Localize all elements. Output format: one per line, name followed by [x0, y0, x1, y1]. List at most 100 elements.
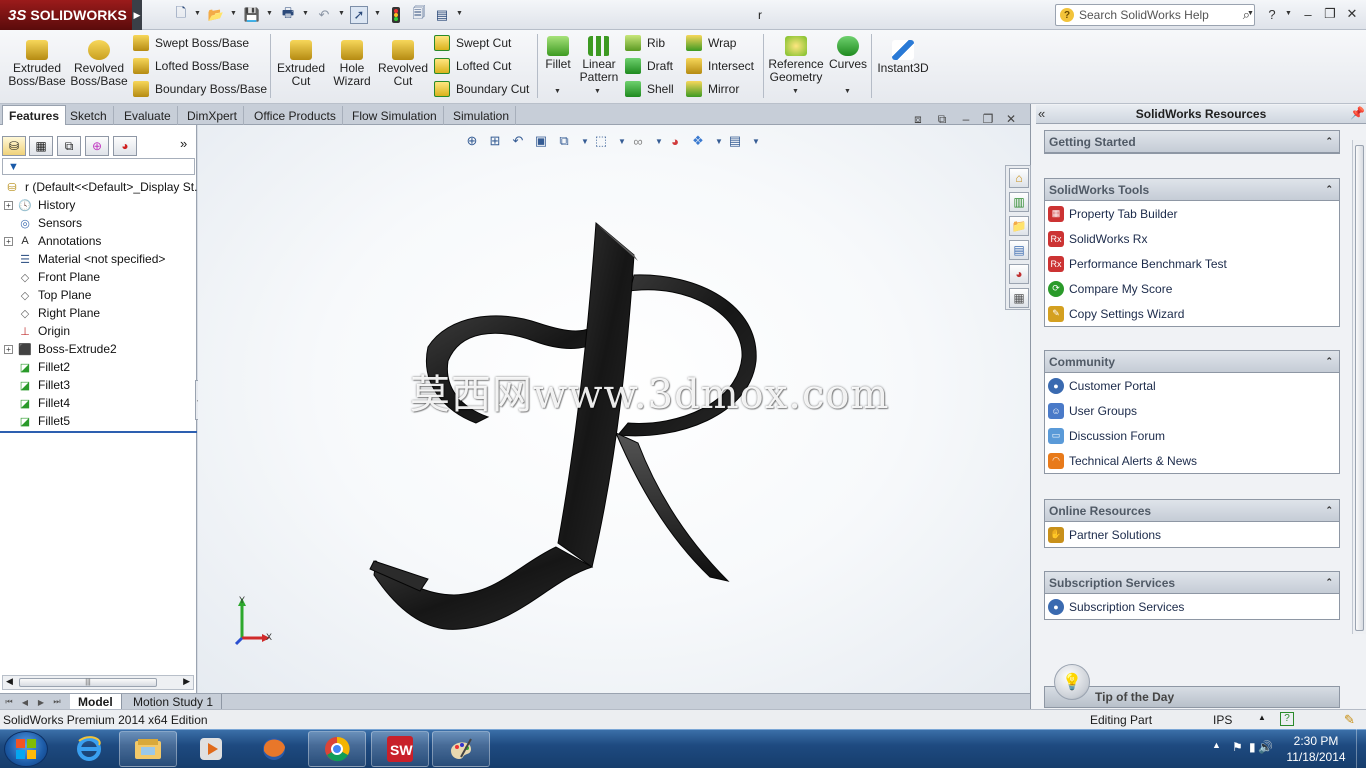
next-tab-icon[interactable]: ▶ — [34, 696, 48, 708]
collapse-section-icon[interactable]: ⌃ — [1325, 505, 1333, 516]
solidworks-logo[interactable]: 3S SOLIDWORKS — [0, 0, 132, 30]
viewport-cascade-icon[interactable]: ⧉ — [934, 112, 950, 126]
link-technical-alerts[interactable]: ◠ Technical Alerts & News — [1045, 448, 1339, 473]
action-center-icon[interactable]: ⚑ — [1232, 740, 1243, 754]
tree-root-part[interactable]: ⛁ r (Default<<Default>_Display St... — [4, 178, 204, 196]
tab-sketch[interactable]: Sketch — [64, 106, 114, 125]
display-manager-tab-icon[interactable]: ◕ — [113, 136, 137, 156]
custom-properties-icon[interactable]: ▦ — [1009, 288, 1029, 308]
undo-icon[interactable]: ↶ — [315, 6, 333, 24]
scroll-left-icon[interactable]: ◀ — [6, 676, 13, 687]
section-header[interactable]: Community ⌃ — [1045, 351, 1339, 373]
options-icon[interactable]: ▤ — [433, 6, 451, 24]
wrap-button[interactable]: Wrap — [686, 33, 736, 53]
file-explorer-taskbar-icon[interactable] — [119, 731, 177, 767]
reference-dropdown-icon[interactable]: ▼ — [792, 88, 799, 95]
select-arrow-icon[interactable]: ➚ — [350, 6, 368, 24]
new-dropdown-icon[interactable]: ▼ — [194, 10, 202, 20]
curves-button[interactable]: Curves — [828, 36, 868, 71]
mirror-button[interactable]: Mirror — [686, 79, 739, 99]
save-icon[interactable]: 💾 — [243, 6, 261, 24]
tab-model[interactable]: Model — [70, 694, 122, 710]
section-header[interactable]: SolidWorks Tools ⌃ — [1045, 179, 1339, 201]
hide-show-items-icon[interactable]: ∞ — [629, 133, 647, 149]
chrome-icon[interactable] — [308, 731, 366, 767]
intersect-button[interactable]: Intersect — [686, 56, 754, 76]
tree-item-sensors[interactable]: ◎ Sensors — [4, 214, 82, 232]
tree-item-boss-extrude2[interactable]: + ⬛ Boss-Extrude2 — [4, 340, 117, 358]
tree-item-fillet3[interactable]: ◪ Fillet3 — [4, 376, 70, 394]
collapse-section-icon[interactable]: ⌃ — [1325, 356, 1333, 367]
help-icon[interactable]: ? — [1263, 6, 1281, 22]
tree-filter-field[interactable]: ▼ — [2, 158, 195, 175]
prev-tab-icon[interactable]: ◀ — [18, 696, 32, 708]
minimize-icon[interactable]: – — [1299, 6, 1317, 22]
start-button[interactable] — [4, 731, 48, 767]
close-icon[interactable]: ✕ — [1343, 6, 1361, 22]
fillet-button[interactable]: Fillet — [542, 36, 574, 71]
linear-pattern-button[interactable]: Linear Pattern — [578, 36, 620, 84]
view-settings-icon[interactable]: ▤ — [726, 133, 744, 149]
fillet-dropdown-icon[interactable]: ▼ — [554, 88, 561, 95]
volume-icon[interactable]: 🔊 — [1258, 740, 1273, 754]
help-dropdown-icon[interactable]: ▼ — [1285, 10, 1293, 20]
customize-icon[interactable]: ✎ — [1344, 712, 1355, 728]
resources-home-icon[interactable]: ⌂ — [1009, 168, 1029, 188]
unit-system-dropdown-icon[interactable]: ▲ — [1258, 713, 1266, 722]
rib-button[interactable]: Rib — [625, 33, 665, 53]
configuration-manager-tab-icon[interactable]: ⧉ — [57, 136, 81, 156]
rebuild-traffic-light-icon[interactable] — [387, 6, 405, 24]
view-palette-icon[interactable]: ▤ — [1009, 240, 1029, 260]
show-hidden-icons-icon[interactable]: ▲ — [1212, 740, 1221, 750]
swept-cut-button[interactable]: Swept Cut — [434, 33, 511, 53]
tree-item-fillet2[interactable]: ◪ Fillet2 — [4, 358, 70, 376]
collapse-section-icon[interactable]: ⌃ — [1325, 577, 1333, 588]
print-icon[interactable]: 🖶 — [279, 5, 297, 24]
curves-dropdown-icon[interactable]: ▼ — [844, 88, 851, 95]
more-tabs-icon[interactable]: » — [180, 136, 187, 151]
show-desktop-button[interactable] — [1356, 729, 1366, 768]
tab-dimxpert[interactable]: DimXpert — [181, 106, 245, 125]
link-discussion-forum[interactable]: ▭ Discussion Forum — [1045, 423, 1339, 448]
search-dropdown-icon[interactable]: ▼ — [1247, 10, 1255, 20]
appearances-icon[interactable]: ◕ — [1009, 264, 1029, 284]
help-status-icon[interactable]: ? — [1280, 712, 1294, 726]
pattern-dropdown-icon[interactable]: ▼ — [594, 88, 601, 95]
hole-wizard-button[interactable]: Hole Wizard — [330, 40, 374, 88]
scroll-right-icon[interactable]: ▶ — [183, 676, 190, 687]
revolved-boss-button[interactable]: Revolved Boss/Base — [70, 40, 128, 88]
system-clock[interactable]: 2:30 PM 11/18/2014 — [1280, 733, 1352, 765]
lofted-cut-button[interactable]: Lofted Cut — [434, 56, 511, 76]
link-solidworks-rx[interactable]: Rx SolidWorks Rx — [1045, 226, 1339, 251]
lightbulb-icon[interactable]: 💡 — [1054, 664, 1090, 700]
open-dropdown-icon[interactable]: ▼ — [230, 10, 238, 20]
apply-scene-icon[interactable]: ❖ — [689, 133, 707, 149]
firefox-icon[interactable] — [245, 731, 303, 767]
internet-explorer-icon[interactable] — [60, 731, 118, 767]
link-compare-my-score[interactable]: ⟳ Compare My Score — [1045, 276, 1339, 301]
instant3d-button[interactable]: Instant3D — [876, 40, 930, 75]
tree-item-front-plane[interactable]: ◇ Front Plane — [4, 268, 100, 286]
viewport-tile-icon[interactable]: ⧈ — [910, 112, 926, 126]
expand-icon[interactable]: + — [4, 236, 13, 246]
dimxpert-manager-tab-icon[interactable]: ⊕ — [85, 136, 109, 156]
lofted-boss-button[interactable]: Lofted Boss/Base — [133, 56, 249, 76]
section-view-icon[interactable]: ▣ — [532, 133, 550, 149]
section-header[interactable]: Getting Started ⌃ — [1045, 131, 1339, 153]
tree-item-right-plane[interactable]: ◇ Right Plane — [4, 304, 100, 322]
section-header[interactable]: Subscription Services ⌃ — [1045, 572, 1339, 594]
network-icon[interactable]: ▮ — [1249, 740, 1256, 754]
unit-system[interactable]: IPS — [1213, 713, 1232, 727]
link-partner-solutions[interactable]: ✋ Partner Solutions — [1045, 522, 1339, 547]
feature-tree-tab-icon[interactable]: ⛁ — [2, 136, 26, 156]
tab-motion-study-1[interactable]: Motion Study 1 — [125, 694, 223, 710]
tab-office-products[interactable]: Office Products — [248, 106, 343, 125]
tree-item-fillet4[interactable]: ◪ Fillet4 — [4, 394, 70, 412]
link-subscription-services[interactable]: ● Subscription Services — [1045, 594, 1339, 619]
collapse-section-icon[interactable]: ⌃ — [1325, 136, 1333, 147]
menu-expand-icon[interactable]: ▶ — [132, 0, 142, 30]
property-manager-tab-icon[interactable]: ▦ — [29, 136, 53, 156]
select-dropdown-icon[interactable]: ▼ — [374, 10, 382, 20]
tab-flow-simulation[interactable]: Flow Simulation — [346, 106, 444, 125]
tree-item-origin[interactable]: ⊥ Origin — [4, 322, 70, 340]
